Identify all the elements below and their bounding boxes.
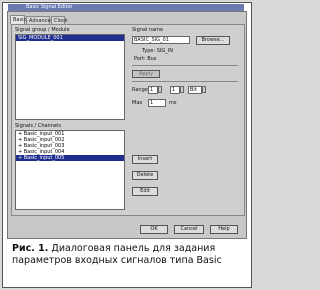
range-unit-spinner[interactable] <box>202 86 206 93</box>
caption-prefix: Рис. 1. <box>12 243 49 254</box>
window-titlebar: Basic Signal Editor <box>8 4 244 11</box>
tab-page-basic: Signal group / Module SIG_MODULE_001 Sig… <box>11 24 245 216</box>
range-to-field[interactable]: 1 <box>170 86 180 94</box>
cancel-button[interactable]: Cancel <box>174 225 204 234</box>
max-unit-label: ms <box>169 100 177 106</box>
module-list[interactable]: SIG_MODULE_001 <box>15 34 125 120</box>
type-label: Type: SIG_IN <box>142 48 174 54</box>
signal-group-label: Signal group / Module <box>15 27 70 33</box>
tab-advanced[interactable]: Advanced <box>26 16 54 24</box>
signals-label: Signals / Channels <box>15 123 61 129</box>
max-label: Max <box>132 100 143 106</box>
edit-button[interactable]: Edit <box>132 187 158 196</box>
max-field[interactable]: 1 <box>148 99 166 107</box>
window-title: Basic Signal Editor <box>26 4 73 10</box>
tab-clock[interactable]: Clock <box>51 16 68 24</box>
divider <box>132 65 238 66</box>
ok-button[interactable]: OK <box>140 225 168 234</box>
port-label: Port: Bus <box>134 56 157 62</box>
delete-button[interactable]: Delete <box>132 171 158 180</box>
signal-name-field[interactable]: BASIC_SIG_01 <box>132 36 190 44</box>
insert-button[interactable]: Insert <box>132 155 158 164</box>
range-label: Range <box>132 87 148 93</box>
list-item[interactable]: + Basic_input_005 <box>16 155 124 161</box>
list-item[interactable]: SIG_MODULE_001 <box>16 35 124 41</box>
signals-list[interactable]: + Basic_input_001 + Basic_input_002 + Ba… <box>15 130 125 210</box>
tab-basic[interactable]: Basic <box>10 15 26 24</box>
range-to-spinner[interactable] <box>180 86 184 93</box>
divider <box>132 81 238 82</box>
range-from-spinner[interactable] <box>158 86 162 93</box>
help-button[interactable]: Help <box>210 225 238 234</box>
signal-name-label: Signal name <box>132 27 164 33</box>
figure-caption: Рис. 1. Диалоговая панель для задания па… <box>12 243 244 267</box>
range-unit-field[interactable]: Bit <box>188 86 202 94</box>
apply-button[interactable]: Apply <box>132 70 160 78</box>
range-from-field[interactable]: 1 <box>148 86 158 94</box>
browse-button[interactable]: Browse... <box>196 36 230 45</box>
dialog-panel: Basic Advanced Clock Signal group / Modu… <box>7 11 247 239</box>
